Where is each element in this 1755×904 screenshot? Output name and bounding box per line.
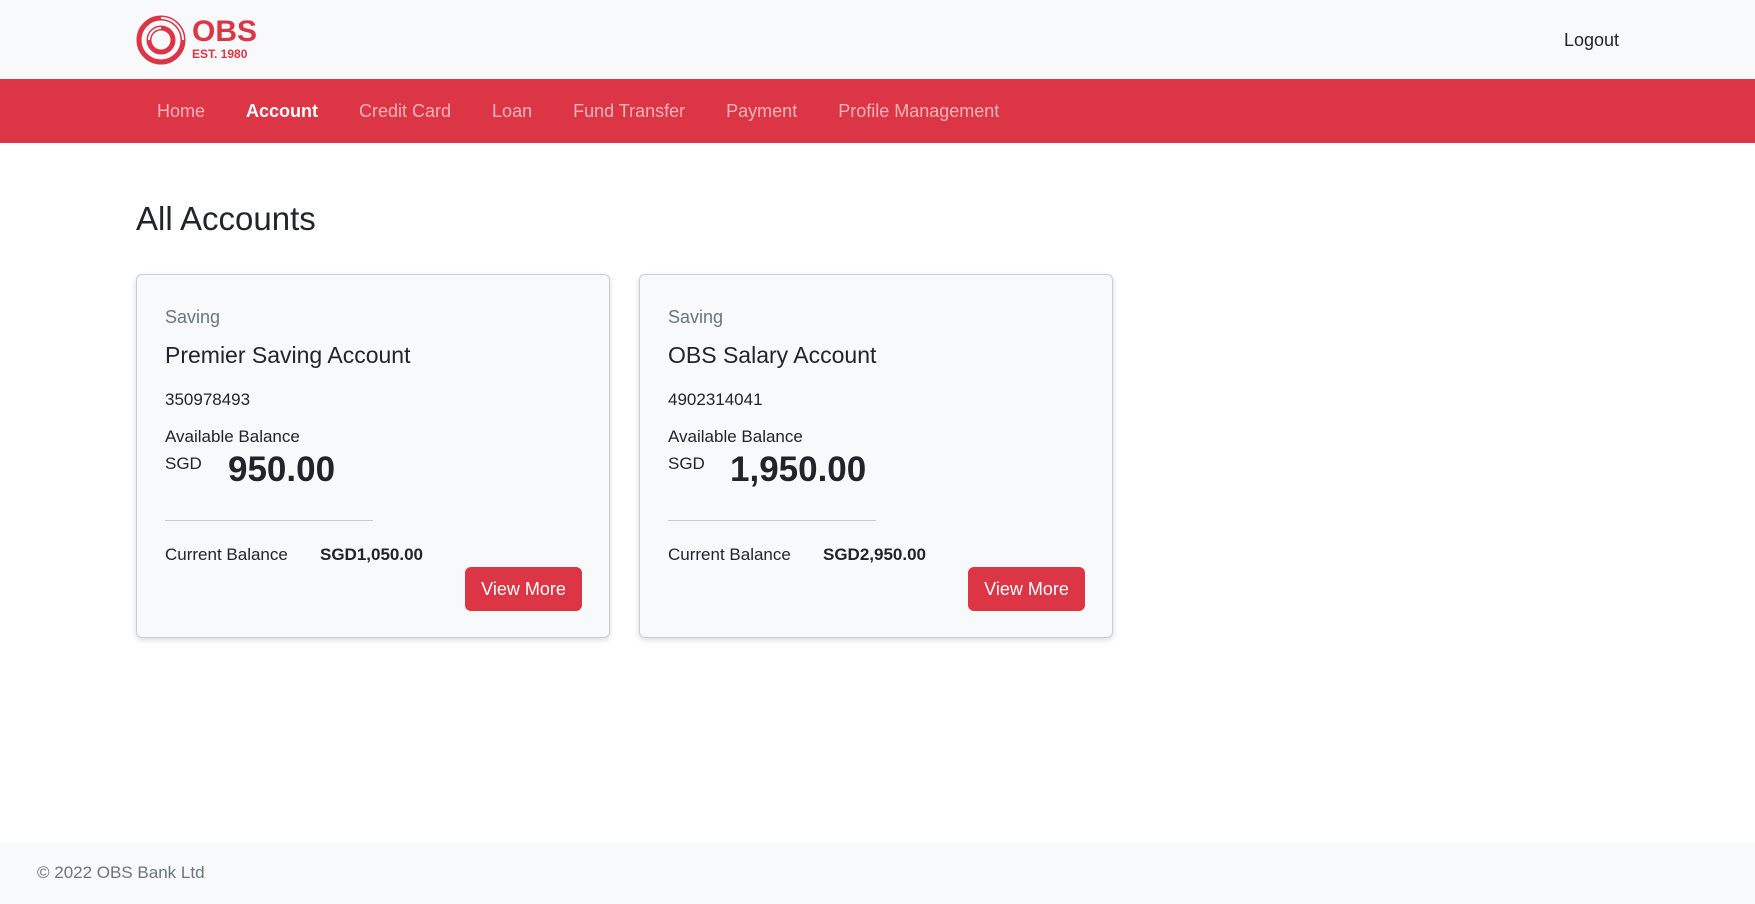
page-footer: © 2022 OBS Bank Ltd: [0, 842, 1755, 904]
available-balance-amount: 950.00: [228, 450, 336, 489]
divider: [165, 520, 373, 521]
logout-link[interactable]: Logout: [1564, 28, 1619, 52]
copyright-text: © 2022 OBS Bank Ltd: [37, 863, 205, 882]
available-balance-amount: 1,950.00: [730, 450, 867, 489]
account-number: 4902314041: [668, 390, 763, 409]
account-name: OBS Salary Account: [668, 342, 877, 368]
nav-item-home[interactable]: Home: [157, 99, 205, 123]
currency-code: SGD: [165, 454, 202, 473]
available-balance-label: Available Balance: [668, 427, 803, 446]
obs-logo-icon: [136, 15, 186, 65]
obs-logo[interactable]: OBS EST. 1980: [136, 14, 258, 66]
account-name: Premier Saving Account: [165, 342, 411, 368]
nav-item-credit-card[interactable]: Credit Card: [359, 99, 451, 123]
current-balance-amount: SGD2,950.00: [823, 545, 927, 564]
account-card: Saving Premier Saving Account 350978493 …: [136, 274, 610, 638]
account-type: Saving: [668, 307, 724, 327]
nav-list: Home Account Credit Card Loan Fund Trans…: [157, 79, 1040, 143]
available-balance-label: Available Balance: [165, 427, 300, 446]
current-balance-label: Current Balance: [165, 545, 288, 564]
logo-established: EST. 1980: [192, 47, 248, 61]
account-card: Saving OBS Salary Account 4902314041 Ava…: [639, 274, 1113, 638]
nav-item-profile-management[interactable]: Profile Management: [838, 99, 999, 123]
nav-item-fund-transfer[interactable]: Fund Transfer: [573, 99, 685, 123]
view-more-button[interactable]: View More: [968, 567, 1085, 611]
page-title: All Accounts: [136, 200, 316, 237]
logo-wordmark: OBS: [192, 15, 258, 48]
currency-code: SGD: [668, 454, 705, 473]
top-header: OBS EST. 1980 Logout: [0, 0, 1755, 79]
account-number: 350978493: [165, 390, 251, 409]
account-type: Saving: [165, 307, 221, 327]
nav-item-payment[interactable]: Payment: [726, 99, 797, 123]
nav-item-account[interactable]: Account: [246, 99, 318, 123]
nav-item-loan[interactable]: Loan: [492, 99, 532, 123]
current-balance-label: Current Balance: [668, 545, 791, 564]
view-more-button[interactable]: View More: [465, 567, 582, 611]
main-nav: Home Account Credit Card Loan Fund Trans…: [0, 79, 1755, 143]
divider: [668, 520, 876, 521]
current-balance-amount: SGD1,050.00: [320, 545, 424, 564]
